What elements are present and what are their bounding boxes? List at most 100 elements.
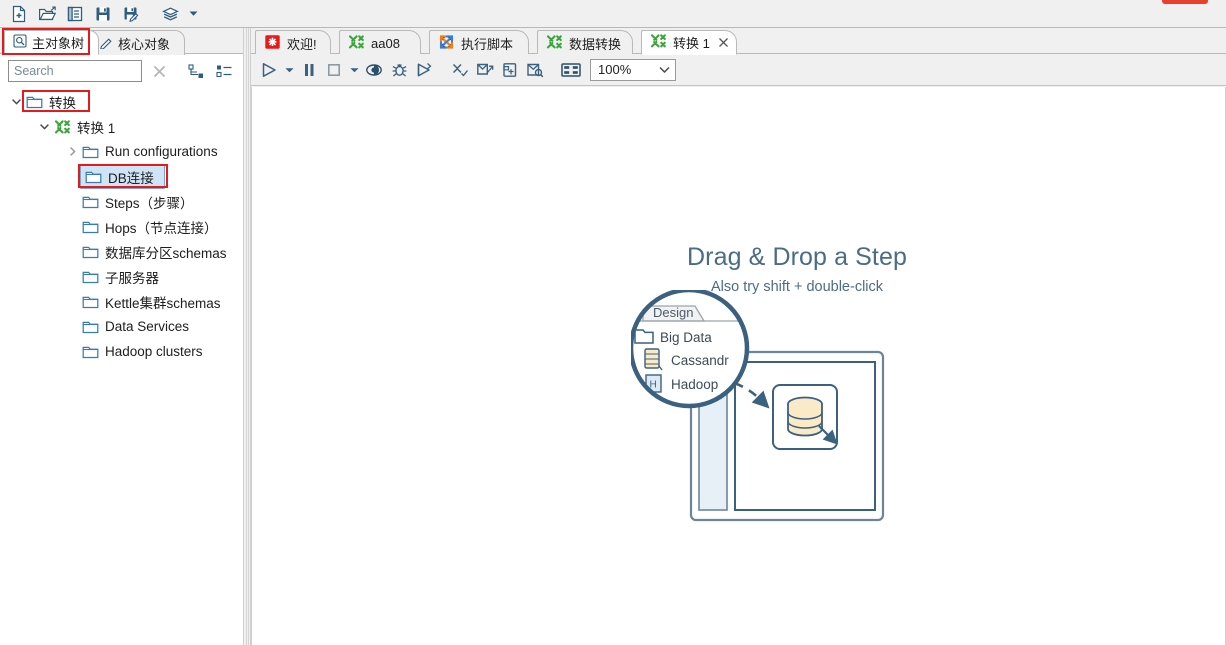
- magnifier-row-cassandra: Cassandr: [644, 348, 729, 371]
- transformation-icon: [650, 34, 666, 48]
- tree-item-9[interactable]: Data Services: [0, 314, 243, 339]
- tree-item-4[interactable]: Steps（步骤）: [0, 189, 243, 214]
- tree-item-content: Run configurations: [80, 144, 218, 160]
- tree-item-3[interactable]: DB连接: [0, 164, 243, 189]
- editor-tab-label: 转换 1: [673, 36, 710, 51]
- editor-area: 欢迎! aa08 执行脚本 数据转换 转换 1 100% Design Big …: [251, 28, 1226, 645]
- tree-item-0[interactable]: 转换: [0, 89, 243, 114]
- analyse-impact-button[interactable]: [473, 57, 497, 83]
- folder-icon: [82, 196, 98, 208]
- run-options-caret[interactable]: [282, 57, 296, 83]
- debug-button[interactable]: [387, 57, 411, 83]
- left-panel-tabbar: 主对象树 核心对象: [0, 28, 243, 55]
- save-as-icon: [124, 7, 139, 22]
- welcome-icon: [265, 34, 280, 49]
- open-file-button[interactable]: [34, 2, 60, 26]
- twisty-placeholder: [64, 194, 80, 210]
- tree-item-icon: [80, 294, 100, 310]
- transformation-canvas[interactable]: Design Big Data Cassandr H Hadoop Drag &…: [251, 87, 1226, 645]
- editor-tab-3[interactable]: 数据转换: [537, 30, 633, 55]
- tree-item-label: Kettle集群schemas: [105, 295, 221, 311]
- global-toolbar-icons: [0, 2, 201, 26]
- search-input[interactable]: [8, 60, 142, 82]
- editor-tab-0[interactable]: 欢迎!: [255, 30, 331, 55]
- tree-item-5[interactable]: Hops（节点连接）: [0, 214, 243, 239]
- tree-item-label: Run configurations: [105, 144, 218, 159]
- show-db-explorer-button[interactable]: [523, 57, 547, 83]
- editor-tab-4[interactable]: 转换 1: [641, 30, 737, 55]
- run-button[interactable]: [257, 57, 281, 83]
- tree-item-icon: [80, 344, 100, 360]
- tab-core-objects[interactable]: 核心对象: [90, 30, 186, 55]
- folder-icon: [82, 296, 98, 308]
- tree-item-10[interactable]: Hadoop clusters: [0, 339, 243, 364]
- twisty-placeholder: [64, 344, 80, 360]
- new-file-icon: [12, 5, 26, 22]
- replay-button[interactable]: [412, 57, 436, 83]
- twisty-expanded-icon[interactable]: [36, 119, 52, 135]
- tree-item-content: Hops（节点连接）: [80, 217, 218, 237]
- show-grid-button[interactable]: [559, 57, 583, 83]
- save-as-button[interactable]: [118, 2, 144, 26]
- perspective-button[interactable]: [157, 2, 183, 26]
- verify-button[interactable]: [448, 57, 472, 83]
- editor-tab-icon: [264, 34, 281, 53]
- preview-eye-icon: [366, 63, 382, 76]
- stop-button[interactable]: [322, 57, 346, 83]
- new-file-button[interactable]: [6, 2, 32, 26]
- perspective-dropdown-caret[interactable]: [185, 2, 201, 26]
- zoom-level-combo[interactable]: 100%: [590, 58, 676, 81]
- twisty-expanded-icon[interactable]: [8, 94, 24, 110]
- search-clear-button[interactable]: [148, 60, 170, 82]
- stop-options-caret[interactable]: [347, 57, 361, 83]
- editor-tab-label: aa08: [371, 35, 400, 51]
- tree-item-content: 数据库分区schemas: [80, 242, 227, 262]
- folder-icon: [85, 171, 101, 183]
- verify-transformation-icon: [452, 63, 469, 77]
- transformation-icon: [348, 34, 364, 48]
- save-icon: [96, 7, 110, 20]
- run-play-icon: [262, 62, 276, 77]
- splitter-grip: [246, 28, 249, 645]
- tree-item-label: 转换 1: [77, 120, 116, 136]
- tree-item-label: DB连接: [108, 170, 154, 186]
- tree-item-1[interactable]: 转换 1: [0, 114, 243, 139]
- tree-item-2[interactable]: Run configurations: [0, 139, 243, 164]
- collapse-all-button[interactable]: [213, 60, 235, 82]
- editor-tab-icon: [348, 34, 365, 53]
- expand-all-icon: [187, 63, 203, 78]
- save-button[interactable]: [90, 2, 116, 26]
- tree-item-label: 子服务器: [105, 270, 159, 286]
- repository-icon: [67, 6, 83, 21]
- expand-all-button[interactable]: [185, 60, 207, 82]
- tree-item-content: Steps（步骤）: [80, 192, 194, 212]
- preview-button[interactable]: [362, 57, 386, 83]
- left-panel: 主对象树 核心对象 Search 转换 转换 1 Run configurati…: [0, 28, 243, 645]
- generate-sql-button[interactable]: [498, 57, 522, 83]
- tree-item-8[interactable]: Kettle集群schemas: [0, 289, 243, 314]
- debug-bug-icon: [392, 63, 406, 77]
- db-explorer-icon: [527, 63, 544, 77]
- tree-item-6[interactable]: 数据库分区schemas: [0, 239, 243, 264]
- tree-item-7[interactable]: 子服务器: [0, 264, 243, 289]
- pencil-icon: [99, 35, 113, 52]
- editor-tab-label: 执行脚本: [461, 36, 514, 52]
- pause-button[interactable]: [297, 57, 321, 83]
- tree-item-icon: [52, 119, 72, 135]
- explore-repository-button[interactable]: [62, 2, 88, 26]
- zoom-level-value: 100%: [598, 62, 632, 77]
- twisty-collapsed-icon[interactable]: [64, 144, 80, 160]
- tab-close-button[interactable]: [718, 37, 729, 49]
- panel-splitter[interactable]: [243, 28, 251, 645]
- window-accent-marker: [1162, 0, 1208, 4]
- open-folder-icon: [38, 6, 56, 20]
- tab-main-object-tree[interactable]: 主对象树: [4, 30, 100, 55]
- tree-item-icon: [80, 319, 100, 335]
- object-tree[interactable]: 转换转换 1 Run configurations DB连接 Steps（步骤） Hop…: [0, 88, 243, 364]
- tree-item-label: Data Services: [105, 319, 190, 334]
- editor-tab-1[interactable]: aa08: [339, 30, 421, 55]
- tree-item-icon: [24, 94, 44, 110]
- editor-tab-2[interactable]: 执行脚本: [429, 30, 529, 55]
- search-row: [0, 54, 243, 88]
- database-cylinder-icon: [787, 396, 823, 437]
